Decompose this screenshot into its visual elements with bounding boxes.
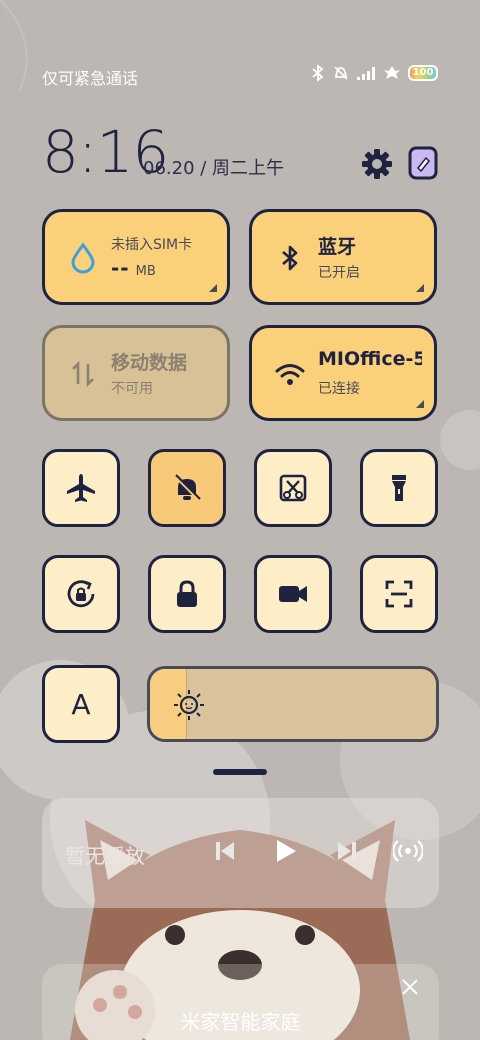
smart-home-card[interactable]: 米家智能家庭: [42, 964, 439, 1040]
flashlight-icon: [392, 475, 406, 501]
gear-icon[interactable]: [359, 146, 395, 182]
video-camera-icon: [279, 586, 307, 602]
brightness-slider[interactable]: [147, 666, 439, 742]
media-player-card[interactable]: 暂无播放: [42, 798, 439, 908]
date: 06.20 / 周二上午: [143, 158, 285, 179]
status-icons: 100: [310, 64, 438, 82]
scan-icon: [385, 580, 413, 608]
expand-corner-icon: [416, 400, 424, 408]
lock-screen-toggle[interactable]: [148, 555, 226, 633]
water-drop-icon: [71, 242, 95, 274]
data-usage-value: -- MB: [111, 256, 156, 280]
leaf-icon: [384, 66, 400, 79]
expand-corner-icon: [416, 284, 424, 292]
bluetooth-status-icon: [312, 64, 324, 82]
play-icon[interactable]: [270, 836, 300, 866]
signal-icon: [357, 67, 375, 80]
cast-icon[interactable]: [393, 836, 423, 866]
font-size-label: A: [71, 687, 91, 721]
bluetooth-icon: [282, 245, 298, 271]
mobile-data-tile[interactable]: 移动数据 不可用: [42, 325, 230, 421]
screen-record-toggle[interactable]: [254, 555, 332, 633]
media-title: 暂无播放: [65, 844, 145, 868]
bluetooth-tile[interactable]: 蓝牙 已开启: [249, 209, 437, 305]
panel-drag-handle[interactable]: [213, 769, 267, 775]
wifi-title: MIOffice-5: [318, 348, 422, 370]
data-usage-amount: --: [111, 256, 130, 280]
carrier-status: 仅可紧急通话: [42, 69, 139, 88]
close-icon[interactable]: [400, 977, 420, 997]
flashlight-toggle[interactable]: [360, 449, 438, 527]
expand-corner-icon: [209, 284, 217, 292]
scissors-icon: [279, 474, 307, 502]
previous-icon[interactable]: [210, 836, 240, 866]
airplane-mode-toggle[interactable]: [42, 449, 120, 527]
wifi-icon: [275, 364, 305, 385]
wifi-status: 已连接: [318, 381, 360, 397]
scanner-toggle[interactable]: [360, 555, 438, 633]
data-arrows-icon: [72, 360, 94, 388]
bluetooth-status: 已开启: [318, 265, 360, 281]
battery-indicator: 100: [408, 65, 438, 81]
bluetooth-title: 蓝牙: [318, 236, 357, 258]
edit-icon[interactable]: [406, 144, 440, 182]
status-bar: 仅可紧急通话 100: [0, 60, 480, 90]
rotation-lock-icon: [67, 580, 95, 608]
data-usage-unit: MB: [135, 264, 156, 279]
smart-home-title: 米家智能家庭: [180, 1010, 301, 1034]
sim-status-label: 未插入SIM卡: [111, 237, 193, 253]
lock-icon: [177, 580, 197, 607]
font-size-toggle[interactable]: A: [42, 665, 120, 743]
next-icon[interactable]: [332, 836, 362, 866]
wifi-tile[interactable]: MIOffice-5 已连接: [249, 325, 437, 421]
alarm-icon: [334, 66, 348, 80]
data-usage-tile[interactable]: 未插入SIM卡 -- MB: [42, 209, 230, 305]
sun-icon: [174, 690, 204, 720]
bell-off-icon: [173, 474, 201, 502]
mobile-data-title: 移动数据: [111, 352, 188, 374]
mute-toggle[interactable]: [148, 449, 226, 527]
mobile-data-status: 不可用: [111, 381, 153, 397]
screenshot-toggle[interactable]: [254, 449, 332, 527]
rotation-lock-toggle[interactable]: [42, 555, 120, 633]
airplane-icon: [67, 474, 95, 502]
